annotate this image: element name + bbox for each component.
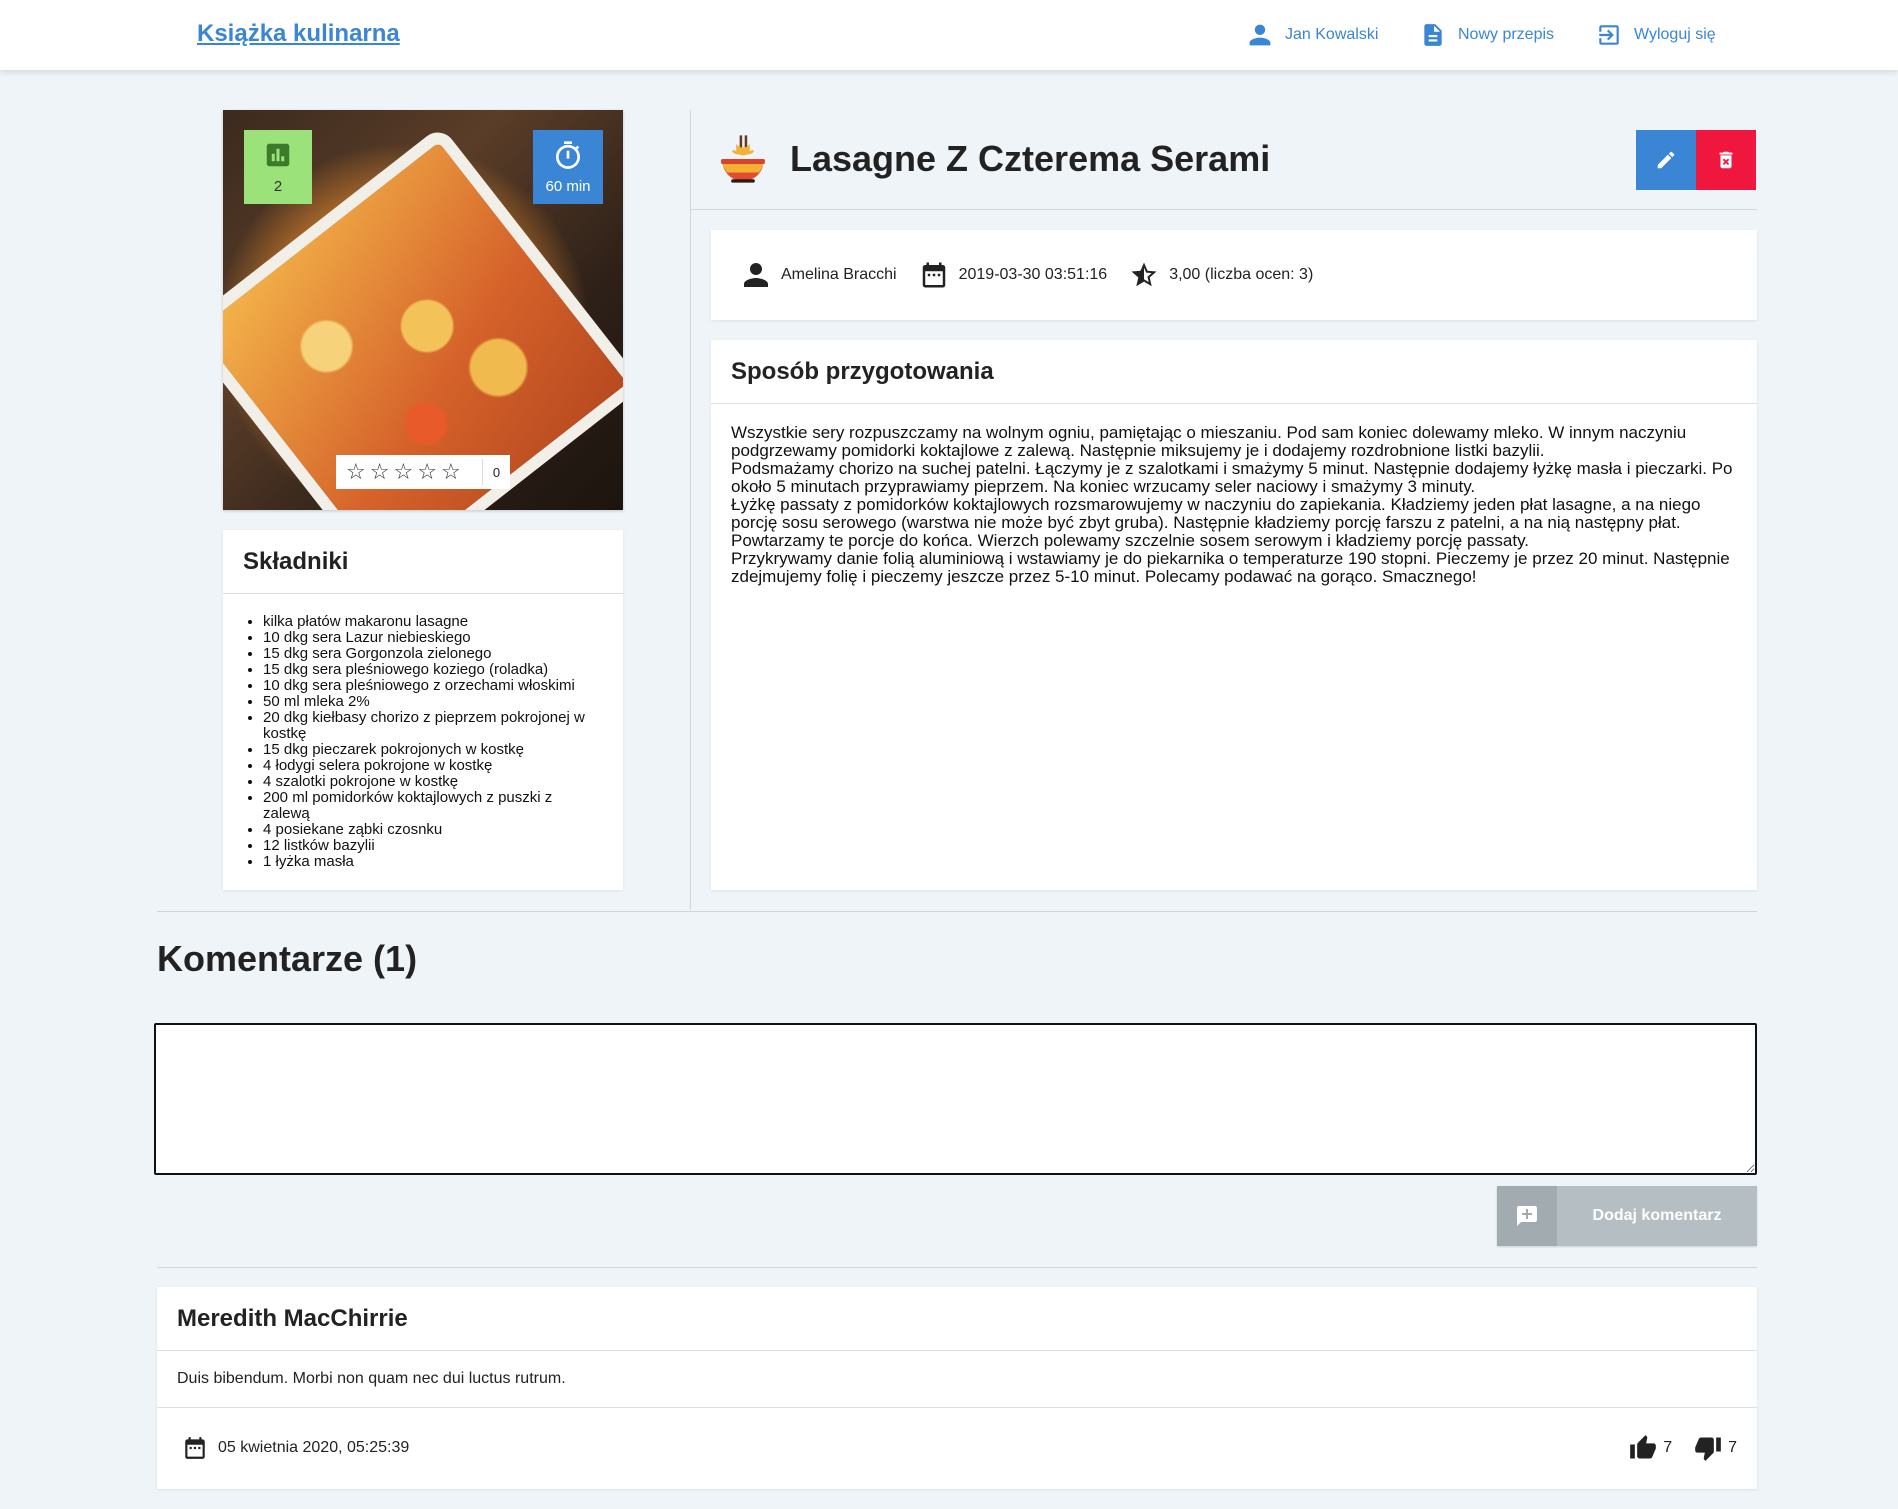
preparation-title: Sposób przygotowania: [711, 340, 1757, 404]
star-half-icon: [1131, 262, 1157, 287]
new-recipe-label: Nowy przepis: [1458, 26, 1555, 43]
list-item: 12 listków bazylii: [263, 838, 603, 854]
recipe-author: Amelina Bracchi: [741, 260, 897, 290]
list-item: 200 ml pomidorków koktajlowych z puszki …: [263, 790, 603, 822]
recipe-date: 2019-03-30 03:51:16: [919, 260, 1108, 290]
list-item: 10 dkg sera Lazur niebieskiego: [263, 630, 603, 646]
user-profile-link[interactable]: Jan Kowalski: [1247, 20, 1378, 50]
time-badge: 60 min: [533, 130, 603, 204]
difficulty-badge: 2: [244, 130, 312, 204]
ingredients-list: kilka płatów makaronu lasagne 10 dkg ser…: [223, 594, 623, 870]
comments-title: Komentarze (1): [157, 938, 418, 979]
top-navbar: Książka kulinarna Jan Kowalski Nowy prze…: [0, 0, 1898, 70]
new-recipe-link[interactable]: Nowy przepis: [1420, 20, 1554, 50]
rate-recipe-widget: ☆ ☆ ☆ ☆ ☆ 0: [336, 455, 510, 489]
add-comment-label: Dodaj komentarz: [1592, 1207, 1722, 1224]
recipe-rating: 3,00 (liczba ocen: 3): [1129, 260, 1313, 290]
recipe-rating-value: 3,00 (liczba ocen: 3): [1169, 266, 1314, 283]
dislike-count: 7: [1728, 1439, 1737, 1456]
time-value: 60 min: [545, 177, 591, 195]
trash-icon: [1719, 151, 1733, 169]
preparation-paragraph: Podsmażamy chorizo na suchej patelni. Łą…: [731, 459, 1733, 496]
comment-footer: 05 kwietnia 2020, 05:25:39 7 7: [157, 1408, 1757, 1488]
recipe-meta-card: Amelina Bracchi 2019-03-30 03:51:16 3,00…: [711, 230, 1757, 320]
add-comment-button[interactable]: Dodaj komentarz: [1497, 1186, 1757, 1246]
list-item: 15 dkg sera Gorgonzola zielonego: [263, 646, 603, 662]
difficulty-value: 2: [273, 177, 283, 195]
comment-date: 05 kwietnia 2020, 05:25:39: [182, 1435, 409, 1461]
user-name: Jan Kowalski: [1285, 26, 1379, 43]
recipe-author-name: Amelina Bracchi: [781, 266, 897, 283]
like-button[interactable]: 7: [1629, 1434, 1672, 1462]
preparation-paragraph: Wszystkie sery rozpuszczamy na wolnym og…: [731, 423, 1687, 460]
list-item: 10 dkg sera pleśniowego z orzechami włos…: [263, 678, 603, 694]
logout-link[interactable]: Wyloguj się: [1596, 20, 1716, 50]
list-item: 20 dkg kiełbasy chorizo z pieprzem pokro…: [263, 710, 603, 742]
star-5-icon[interactable]: ☆: [441, 461, 461, 483]
user-icon: [1249, 24, 1271, 46]
noodles-bowl-icon: [721, 135, 765, 183]
preparation-paragraph: Przykrywamy danie folią aluminiową i wst…: [731, 549, 1730, 586]
calendar-icon: [922, 262, 945, 288]
add-comment-icon: [1517, 1206, 1537, 1226]
comment-text: Duis bibendum. Morbi non quam nec dui lu…: [157, 1351, 1757, 1408]
pencil-icon: [1657, 151, 1675, 169]
list-item: kilka płatów makaronu lasagne: [263, 614, 603, 630]
comment-author: Meredith MacChirrie: [157, 1287, 1757, 1351]
edit-recipe-button[interactable]: [1636, 130, 1696, 190]
comment-input[interactable]: [154, 1023, 1757, 1175]
list-item: 4 posiekane ząbki czosnku: [263, 822, 603, 838]
list-item: 4 łodygi selera pokrojone w kostkę: [263, 758, 603, 774]
section-divider: [157, 1267, 1757, 1268]
logout-icon: [1599, 25, 1619, 45]
star-1-icon[interactable]: ☆: [346, 461, 366, 483]
list-item: 1 łyżka masła: [263, 854, 603, 870]
user-icon: [744, 263, 768, 287]
recipe-date-value: 2019-03-30 03:51:16: [958, 266, 1108, 283]
thumb-down-icon: [1695, 1437, 1721, 1461]
brand-link[interactable]: Książka kulinarna: [197, 20, 400, 48]
comment-card: Meredith MacChirrie Duis bibendum. Morbi…: [157, 1287, 1757, 1489]
recipe-title: Lasagne Z Czterema Serami: [790, 138, 1271, 179]
thumb-up-icon: [1630, 1435, 1657, 1459]
ingredients-title: Składniki: [223, 530, 623, 594]
add-comment-icon-box: [1497, 1186, 1557, 1246]
star-4-icon[interactable]: ☆: [417, 461, 437, 483]
like-count: 7: [1663, 1439, 1673, 1456]
comment-votes: 7 7: [1629, 1434, 1737, 1462]
rating-count: 0: [482, 459, 510, 485]
list-item: 50 ml mleka 2%: [263, 694, 603, 710]
bar-chart-icon: [266, 143, 290, 166]
list-item: 4 szalotki pokrojone w kostkę: [263, 774, 603, 790]
star-2-icon[interactable]: ☆: [370, 461, 390, 483]
list-item: 15 dkg sera pleśniowego koziego (roladka…: [263, 662, 603, 678]
comment-date-value: 05 kwietnia 2020, 05:25:39: [218, 1439, 410, 1456]
list-item: 15 dkg pieczarek pokrojonych w kostkę: [263, 742, 603, 758]
preparation-card: Sposób przygotowania Wszystkie sery rozp…: [711, 340, 1757, 890]
column-divider: [690, 110, 691, 910]
star-3-icon[interactable]: ☆: [393, 461, 413, 483]
logout-label: Wyloguj się: [1634, 26, 1716, 43]
document-icon: [1424, 24, 1442, 46]
section-divider: [157, 911, 1757, 912]
stopwatch-icon: [556, 140, 580, 169]
calendar-icon: [185, 1437, 205, 1459]
preparation-paragraph: Łyżkę passaty z pomidorków koktajlowych …: [731, 495, 1701, 550]
preparation-text: Wszystkie sery rozpuszczamy na wolnym og…: [711, 404, 1757, 606]
delete-recipe-button[interactable]: [1696, 130, 1756, 190]
ingredients-card: Składniki kilka płatów makaronu lasagne …: [223, 530, 623, 890]
dislike-button[interactable]: 7: [1694, 1434, 1737, 1462]
recipe-header: Lasagne Z Czterema Serami: [690, 110, 1757, 210]
